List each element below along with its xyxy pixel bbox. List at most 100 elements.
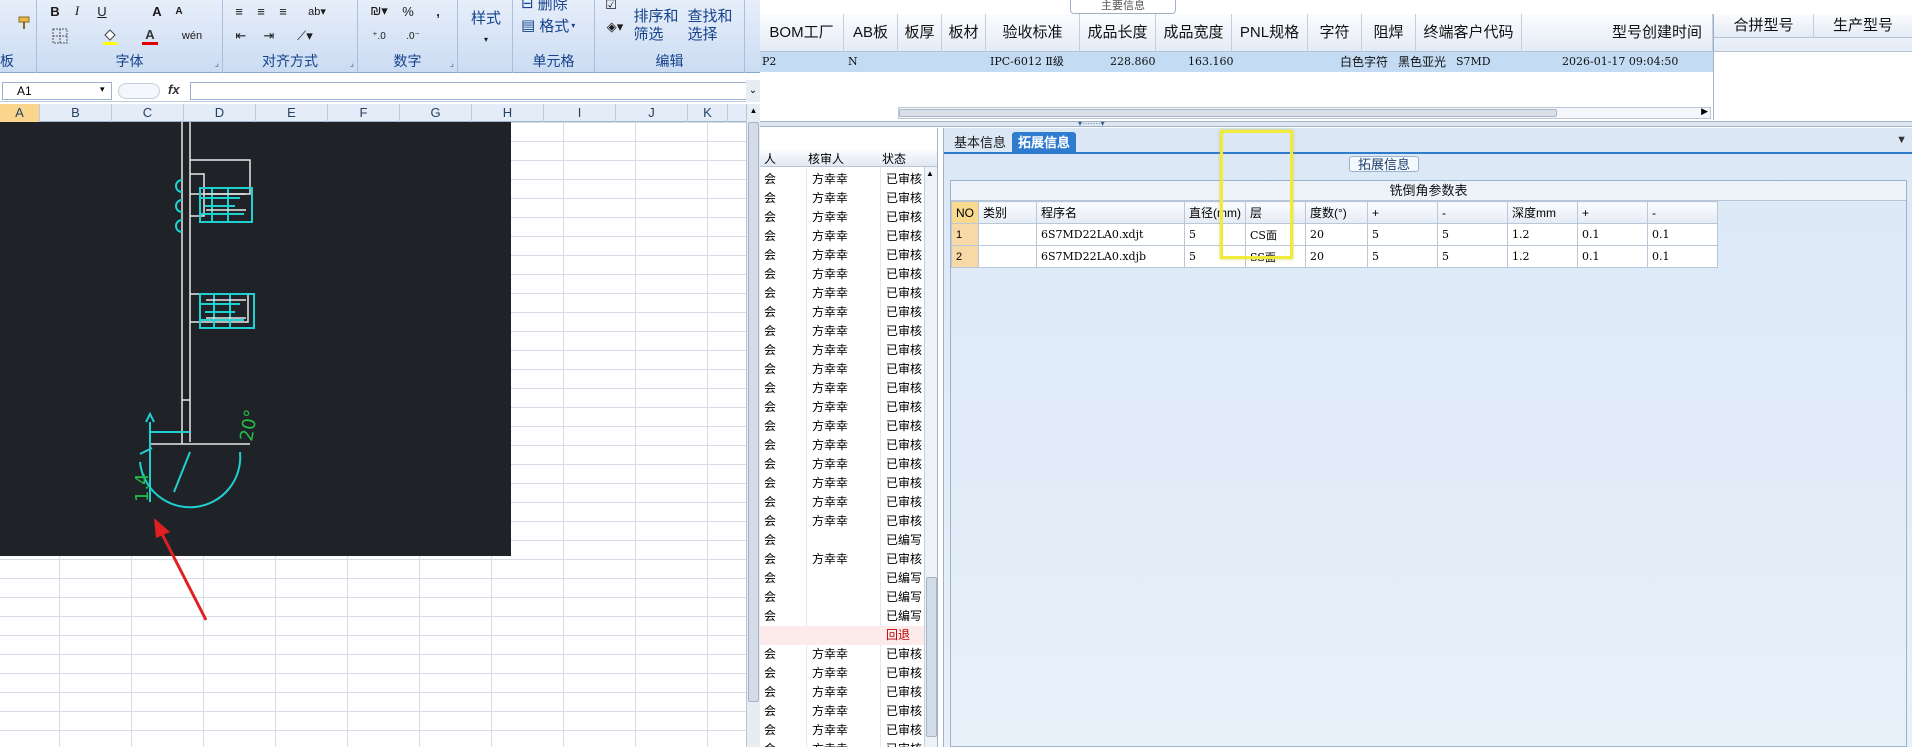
param-col-header[interactable]: NO [951, 201, 979, 224]
param-col-header[interactable]: 深度mm [1507, 201, 1578, 224]
delete-button[interactable]: ⊟ 删除 [521, 0, 581, 14]
param-col-header[interactable]: - [1647, 201, 1718, 224]
header-mask[interactable]: 阻焊 [1362, 14, 1416, 52]
excel-vertical-scrollbar[interactable]: ▲ [746, 104, 760, 747]
autosum-icon[interactable]: ☑ [603, 0, 619, 16]
list-item[interactable]: 会 方幸幸 已审核 [760, 189, 937, 208]
param-cell[interactable]: 5 [1367, 223, 1438, 246]
header-pnl-spec[interactable]: PNL规格 [1232, 14, 1308, 52]
list-item[interactable]: 会 方幸幸 已审核 [760, 550, 937, 569]
header-acceptance-std[interactable]: 验收标准 [986, 14, 1080, 52]
header-customer-code[interactable]: 终端客户代码 [1416, 14, 1522, 52]
formula-input[interactable] [190, 82, 750, 100]
alignment-launcher-icon[interactable]: ⌟ [350, 58, 354, 69]
list-item[interactable]: 会 方幸幸 已审核 [760, 208, 937, 227]
param-cell[interactable]: 0.1 [1647, 245, 1718, 268]
header-production-model[interactable]: 生产型号 [1814, 14, 1912, 38]
column-header-c[interactable]: C [112, 104, 184, 122]
find-select-button[interactable]: 查找和 选择 [685, 6, 735, 46]
comma-button[interactable]: , [428, 0, 448, 22]
column-header-g[interactable]: G [400, 104, 472, 122]
italic-button[interactable]: I [67, 0, 87, 22]
param-cell[interactable]: 20 [1305, 245, 1368, 268]
param-cell[interactable]: 1 [951, 223, 979, 246]
list-item[interactable]: 会 方幸幸 已审核 [760, 417, 937, 436]
format-button[interactable]: ▤ 格式 ▾ [521, 14, 591, 36]
font-shrink-button[interactable]: A [169, 0, 189, 22]
list-item[interactable]: 会 方幸幸 已审核 [760, 265, 937, 284]
splitter-grip-icon[interactable]: ▾·······▾ [1078, 119, 1105, 128]
param-col-header[interactable]: 度数(°) [1305, 201, 1368, 224]
column-header-b[interactable]: B [40, 104, 112, 122]
param-col-header[interactable]: 类别 [978, 201, 1037, 224]
bold-button[interactable]: B [45, 0, 65, 22]
table-row[interactable]: 2 6S7MD22LA0.xdjb 5 SS面 20 5 5 1.2 0.1 0.1 [951, 245, 1718, 268]
param-cell[interactable]: 6S7MD22LA0.xdjb [1036, 245, 1185, 268]
column-header-j[interactable]: J [616, 104, 688, 122]
list-item[interactable]: 会 方幸幸 已审核 [760, 455, 937, 474]
list-item[interactable]: 会 方幸幸 已审核 [760, 170, 937, 189]
list-item[interactable]: 会 方幸幸 已审核 [760, 341, 937, 360]
list-item[interactable]: 会 已编写 [760, 588, 937, 607]
list-item[interactable]: 会 方幸幸 已审核 [760, 436, 937, 455]
list-header-status[interactable]: 状态 [882, 150, 906, 167]
header-material[interactable]: 板材 [942, 14, 986, 52]
font-color-button[interactable]: A [137, 25, 163, 47]
tab-menu-icon[interactable]: ▼ [1896, 134, 1907, 146]
list-scroll-up-icon[interactable]: ▲ [926, 169, 934, 178]
list-item[interactable]: 会 已编写 [760, 607, 937, 626]
param-cell[interactable]: 2 [951, 245, 979, 268]
param-cell[interactable]: 5 [1367, 245, 1438, 268]
scroll-right-icon[interactable]: ▶ [1701, 106, 1708, 117]
header-ab-board[interactable]: AB板 [844, 14, 898, 52]
column-header-i[interactable]: I [544, 104, 616, 122]
list-header-person[interactable]: 人 [764, 150, 776, 167]
header-length[interactable]: 成品长度 [1080, 14, 1156, 52]
param-cell[interactable]: 0.1 [1577, 223, 1648, 246]
panel-splitter[interactable]: ▾·······▾ [760, 119, 1912, 128]
list-item[interactable]: 会 方幸幸 已审核 [760, 721, 937, 740]
list-item[interactable]: 会 方幸幸 已审核 [760, 474, 937, 493]
column-header-f[interactable]: F [328, 104, 400, 122]
cad-drawing-image[interactable]: 1.4 20° [0, 122, 511, 556]
align-left-icon[interactable]: ≡ [229, 0, 249, 22]
list-item[interactable]: 会 方幸幸 已审核 [760, 398, 937, 417]
tab-extended-info[interactable]: 拓展信息 [1012, 132, 1077, 154]
orientation-icon[interactable]: ⟋▾ [285, 25, 325, 47]
param-cell[interactable]: 0.1 [1647, 223, 1718, 246]
tab-basic-info[interactable]: 基本信息 [948, 132, 1012, 154]
list-item[interactable]: 会 方幸幸 已审核 [760, 512, 937, 531]
excel-scroll-thumb[interactable] [748, 122, 759, 702]
fx-icon[interactable]: fx [168, 82, 180, 97]
column-header-k[interactable]: K [688, 104, 728, 122]
sort-filter-button[interactable]: 排序和 筛选 [631, 6, 681, 46]
font-launcher-icon[interactable]: ⌟ [215, 58, 219, 69]
param-cell[interactable]: 20 [1305, 223, 1368, 246]
format-painter-icon[interactable] [14, 12, 34, 34]
param-cell[interactable] [978, 245, 1037, 268]
param-cell[interactable]: 6S7MD22LA0.xdjt [1036, 223, 1185, 246]
param-cell[interactable]: 5 [1437, 245, 1508, 268]
list-item[interactable]: 会 已编写 [760, 531, 937, 550]
list-item[interactable]: 会 方幸幸 已审核 [760, 493, 937, 512]
list-item[interactable]: 会 方幸幸 已审核 [760, 246, 937, 265]
param-cell[interactable]: 1.2 [1507, 223, 1578, 246]
column-header-e[interactable]: E [256, 104, 328, 122]
fill-color-button[interactable] [95, 25, 125, 47]
param-cell[interactable] [978, 223, 1037, 246]
param-col-header[interactable]: + [1367, 201, 1438, 224]
list-item[interactable]: 会 方幸幸 已审核 [760, 702, 937, 721]
param-cell[interactable]: 0.1 [1577, 245, 1648, 268]
number-launcher-icon[interactable]: ⌟ [450, 58, 454, 69]
indent-increase-icon[interactable]: ⇥ [257, 25, 281, 47]
header-bom-factory[interactable]: BOM工厂 [760, 14, 844, 52]
column-header-a[interactable]: A [0, 104, 40, 122]
list-item[interactable]: 会 已编写 [760, 569, 937, 588]
list-item[interactable]: 会 方幸幸 已审核 [760, 664, 937, 683]
decrease-decimal-icon[interactable]: .0⁻ [398, 25, 428, 47]
header-width[interactable]: 成品宽度 [1156, 14, 1232, 52]
column-header-d[interactable]: D [184, 104, 256, 122]
percent-button[interactable]: % [398, 0, 418, 22]
header-created-time[interactable]: 型号创建时间 [1522, 14, 1713, 52]
column-header-h[interactable]: H [472, 104, 544, 122]
